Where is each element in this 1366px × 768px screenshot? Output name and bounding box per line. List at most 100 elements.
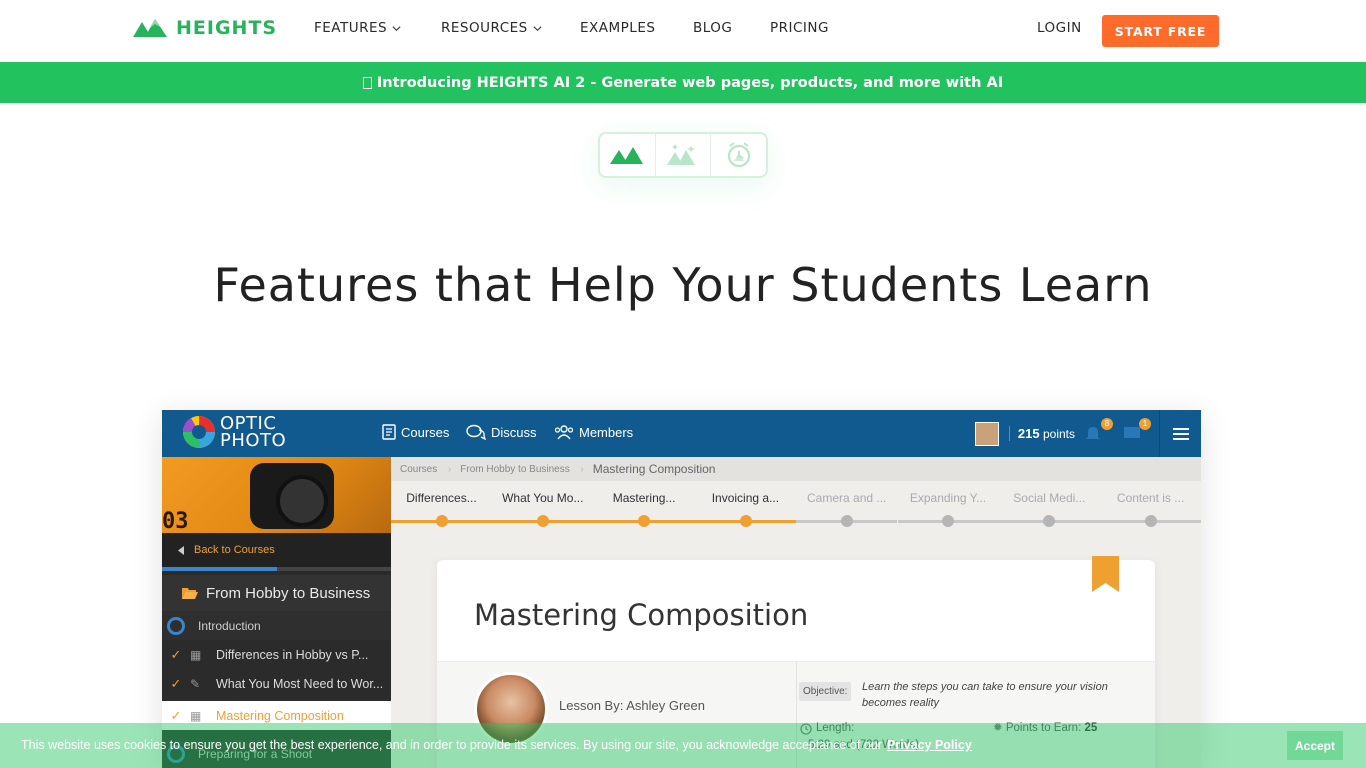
- breadcrumb-current: Mastering Composition: [592, 462, 716, 476]
- app-nav-members[interactable]: Members: [554, 424, 633, 440]
- course-heading[interactable]: From Hobby to Business: [162, 575, 391, 611]
- progress-ring-icon: [167, 616, 185, 635]
- message-badge: 1: [1139, 417, 1151, 430]
- nav-examples[interactable]: EXAMPLES: [580, 20, 693, 36]
- app-nav-discuss-label: Discuss: [491, 424, 537, 440]
- course-progress-fill: [162, 567, 277, 571]
- lesson-step-dot[interactable]: [435, 515, 448, 527]
- sidebar-lesson-what-you-need[interactable]: ✓ ✎ What You Most Need to Wor...: [162, 669, 391, 698]
- tab-ai-sparkle[interactable]: [656, 134, 712, 176]
- folder-open-icon: [182, 588, 198, 599]
- lesson-label: Differences in Hobby vs P...: [216, 647, 369, 662]
- user-avatar[interactable]: [974, 421, 999, 446]
- bell-icon: [1086, 426, 1100, 439]
- nav-blog[interactable]: BLOG: [693, 20, 770, 36]
- nav-pricing[interactable]: PRICING: [770, 20, 829, 36]
- section-label: Introduction: [198, 618, 261, 633]
- start-free-button[interactable]: START FREE: [1102, 15, 1219, 47]
- banner-text: Introducing HEIGHTS AI 2 - Generate web …: [376, 74, 1004, 91]
- lesson-step-label[interactable]: Camera and ...: [796, 491, 897, 505]
- login-link[interactable]: LOGIN: [1037, 20, 1082, 36]
- nav-resources[interactable]: RESOURCES: [441, 20, 580, 36]
- app-user-area: 215 points 8 1: [974, 410, 1201, 457]
- lesson-step-label[interactable]: Expanding Y...: [898, 491, 999, 505]
- features-headline: Features that Help Your Students Learn: [213, 258, 1153, 312]
- lesson-step-dot[interactable]: [739, 515, 752, 527]
- course-cover-number: 03: [162, 509, 189, 534]
- app-nav-courses-label: Courses: [401, 424, 450, 440]
- lesson-step-dot[interactable]: [638, 515, 651, 527]
- hamburger-icon: [1172, 427, 1189, 440]
- tab-alarm[interactable]: [711, 134, 766, 176]
- checkmark-icon: ✓: [170, 707, 182, 723]
- course-cover-image: 03: [162, 457, 391, 534]
- breadcrumb-courses[interactable]: Courses: [391, 464, 452, 475]
- sidebar-lesson-differences[interactable]: ✓ ▦ Differences in Hobby vs P...: [162, 640, 391, 669]
- product-screenshot: OPTIC PHOTO Courses Discuss Members 215 …: [162, 410, 1201, 768]
- objective-text: Learn the steps you can take to ensure y…: [862, 681, 1108, 709]
- mountains-icon: [610, 147, 644, 164]
- lesson-step-dot[interactable]: [536, 515, 549, 527]
- messages-button[interactable]: 1: [1123, 417, 1151, 444]
- lesson-step-label[interactable]: Differences...: [391, 491, 492, 505]
- lesson-step-dot[interactable]: [942, 515, 955, 527]
- back-to-courses-link[interactable]: Back to Courses: [162, 533, 391, 567]
- feature-icon-tabs: [598, 132, 768, 178]
- nav-resources-label: RESOURCES: [441, 20, 528, 36]
- people-icon: [554, 425, 574, 440]
- envelope-icon: [1124, 426, 1140, 438]
- brand-name: HEIGHTS: [176, 17, 278, 39]
- privacy-policy-link[interactable]: Privacy Policy: [887, 738, 972, 752]
- lesson-author: Lesson By: Ashley Green: [559, 698, 705, 713]
- lesson-step-label[interactable]: Content is ...: [1100, 491, 1201, 505]
- optic-photo-logo: OPTIC PHOTO: [182, 415, 287, 451]
- points-label: points: [1042, 427, 1075, 441]
- app-nav-courses[interactable]: Courses: [382, 424, 449, 440]
- sidebar-section-introduction[interactable]: Introduction: [162, 611, 391, 640]
- tab-mountains[interactable]: [600, 134, 656, 176]
- main-nav: FEATURES RESOURCES EXAMPLES BLOG PRICING: [314, 20, 829, 36]
- lesson-step-label[interactable]: Social Medi...: [999, 491, 1100, 505]
- pencil-icon: ✎: [190, 676, 201, 691]
- objective-label: Objective:: [799, 682, 852, 701]
- sparkle-mountains-icon: [667, 144, 695, 165]
- film-icon: ▦: [190, 708, 202, 723]
- film-icon: ▦: [190, 647, 202, 662]
- breadcrumb: Courses From Hobby to Business Mastering…: [391, 457, 1201, 481]
- aperture-logo-icon: [182, 416, 215, 448]
- bookmark-icon[interactable]: [1092, 556, 1119, 592]
- brand-logo[interactable]: HEIGHTS: [133, 17, 277, 39]
- accept-cookies-button[interactable]: Accept: [1287, 731, 1343, 760]
- lesson-step-label[interactable]: Invoicing a...: [695, 491, 796, 505]
- cookie-text: This website uses cookies to ensure you …: [21, 738, 882, 752]
- top-navbar: HEIGHTS FEATURES RESOURCES EXAMPLES BLOG…: [0, 0, 1366, 62]
- nav-features[interactable]: FEATURES: [314, 20, 441, 36]
- logo-line-2: PHOTO: [220, 430, 287, 451]
- app-nav-discuss[interactable]: Discuss: [466, 424, 537, 440]
- notification-badge: 8: [1101, 417, 1113, 430]
- lesson-step-dot[interactable]: [1043, 515, 1056, 527]
- back-to-courses-label: Back to Courses: [194, 544, 275, 556]
- hamburger-menu-button[interactable]: [1159, 410, 1201, 457]
- lesson-step-label[interactable]: What You Mo...: [492, 491, 593, 505]
- alarm-clock-icon: [727, 142, 750, 168]
- checkmark-icon: ✓: [170, 675, 182, 691]
- breadcrumb-course[interactable]: From Hobby to Business: [451, 464, 584, 475]
- lesson-step-dot[interactable]: [840, 515, 853, 527]
- app-nav-members-label: Members: [579, 424, 634, 440]
- caret-left-icon: [178, 545, 184, 555]
- nav-features-label: FEATURES: [314, 20, 388, 36]
- lesson-step-label[interactable]: Mastering...: [594, 491, 695, 505]
- lesson-label: Mastering Composition: [216, 708, 344, 723]
- chevron-down-icon: [392, 25, 401, 31]
- cookie-consent-bar: This website uses cookies to ensure you …: [0, 723, 1366, 768]
- camera-lens: [276, 475, 328, 527]
- chevron-down-icon: [533, 25, 542, 31]
- book-icon: [382, 424, 396, 440]
- lesson-step-dot[interactable]: [1144, 515, 1157, 527]
- announcement-banner[interactable]: Introducing HEIGHTS AI 2 - Generate web …: [0, 62, 1366, 103]
- notifications-button[interactable]: 8: [1085, 417, 1113, 444]
- missing-glyph-icon: [362, 76, 372, 89]
- heights-mountains-icon: [133, 19, 167, 37]
- points-readout: 215 points: [1008, 426, 1075, 441]
